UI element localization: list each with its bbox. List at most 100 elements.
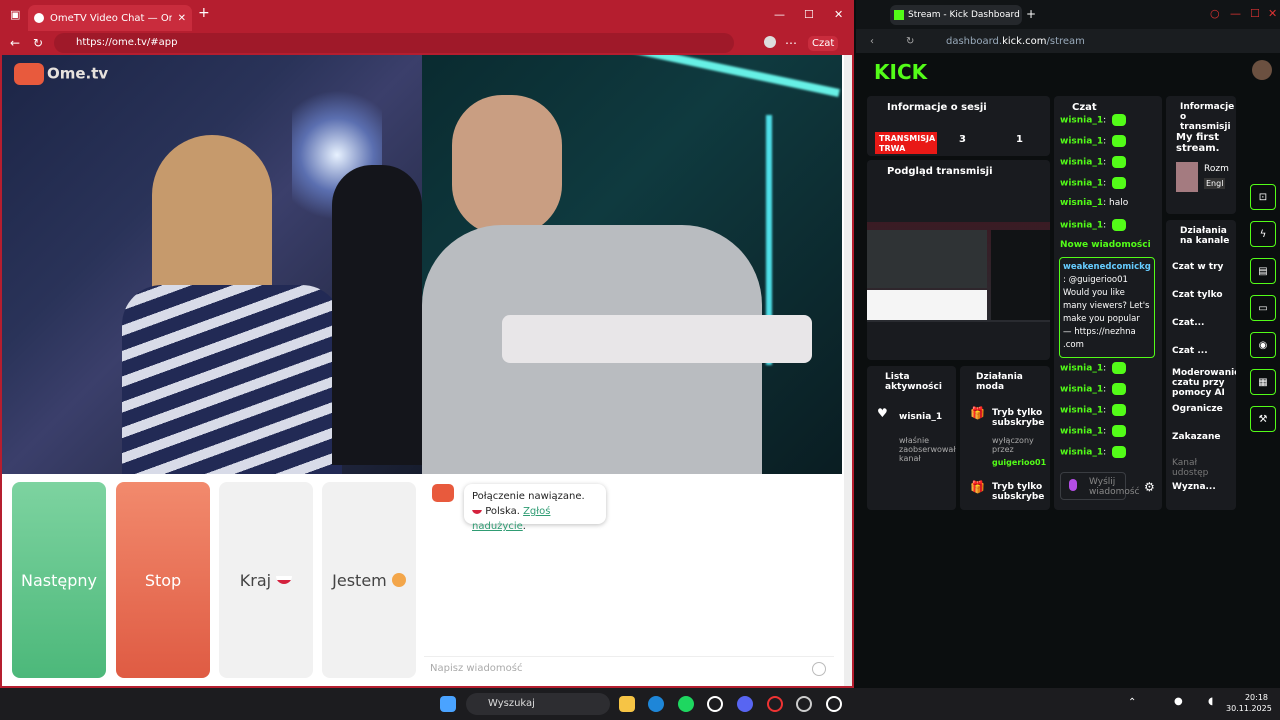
mod-item-2: Tryb tylko subskrybe — [992, 482, 1045, 502]
activity-desc: właśnie zaobserwował kanał — [899, 436, 956, 463]
chat-username[interactable]: wisnia_1 — [1060, 137, 1103, 147]
chat-username[interactable]: wisnia_1 — [1060, 427, 1103, 437]
url-field[interactable]: https://ome.tv/#app — [54, 33, 734, 53]
kick-favicon-icon — [894, 10, 904, 20]
scrollbar[interactable] — [844, 55, 852, 686]
minimize-icon[interactable]: — — [1230, 7, 1241, 20]
chat-username[interactable]: wisnia_1 — [1060, 448, 1103, 458]
clock[interactable]: 20:18 30.11.2025 — [1226, 692, 1272, 714]
followers-count: 1 — [1016, 134, 1023, 145]
chat-message: wisnia_1: — [1060, 404, 1126, 416]
highlight-line: many viewers? Let's — [1063, 301, 1150, 311]
channel-action-item[interactable]: Wyzna... — [1172, 482, 1234, 492]
stream-info-panel: Informacje o transmisji My first stream.… — [1166, 96, 1236, 214]
tab-actions-icon[interactable]: ▣ — [10, 8, 20, 21]
sidebar-bolt-icon[interactable]: ϟ — [1250, 221, 1276, 247]
kick-address-bar[interactable]: ‹ ↻ dashboard.kick.com/stream — [856, 29, 1280, 53]
opera-icon[interactable] — [767, 696, 783, 712]
sidebar-layout-icon[interactable]: ▦ — [1250, 369, 1276, 395]
taskbar-search[interactable]: Wyszukaj — [466, 693, 610, 715]
channel-action-item[interactable]: Kanał udostęp — [1172, 458, 1234, 478]
channel-action-item[interactable]: Moderowanie czatu przy pomocy AI — [1172, 368, 1236, 398]
emoji-icon[interactable] — [812, 662, 826, 676]
chat-username[interactable]: wisnia_1 — [1060, 364, 1103, 374]
channel-action-item[interactable]: Ogranicze — [1172, 404, 1234, 414]
chat-username[interactable]: wisnia_1 — [1060, 198, 1103, 208]
close-tab-icon[interactable]: ✕ — [178, 13, 186, 24]
gender-button[interactable]: Jestem — [322, 482, 416, 678]
category-thumbnail — [1176, 162, 1198, 192]
edge-icon[interactable] — [648, 696, 664, 712]
led-strip — [574, 55, 840, 97]
chat-settings-icon[interactable]: ⚙ — [1144, 480, 1155, 494]
back-icon[interactable]: ‹ — [870, 36, 874, 47]
spotify-icon[interactable] — [678, 696, 694, 712]
sidebar-chat-icon[interactable]: ▭ — [1250, 295, 1276, 321]
new-tab-icon[interactable]: + — [1026, 7, 1036, 21]
windows-start-icon[interactable] — [440, 696, 456, 712]
chat-message: wisnia_1: — [1060, 446, 1126, 458]
channel-action-item[interactable]: Czat tylko — [1172, 290, 1234, 300]
chat-input[interactable]: Wyślij wiadomość — [1060, 472, 1140, 500]
new-messages-divider[interactable]: Nowe wiadomości — [1060, 240, 1151, 250]
sidebar-wrench-icon[interactable]: ⚒ — [1250, 406, 1276, 432]
more-icon[interactable]: ⋯ — [785, 36, 797, 50]
minimize-icon[interactable]: — — [774, 8, 785, 21]
chat-username[interactable]: wisnia_1 — [1060, 158, 1103, 168]
volume-icon[interactable]: ◖ — [1208, 696, 1213, 707]
chat-username[interactable]: wisnia_1 — [1060, 385, 1103, 395]
sidebar-scan-icon[interactable]: ⊡ — [1250, 184, 1276, 210]
copilot-chat-button[interactable]: Czat — [808, 35, 839, 51]
kick-logo[interactable]: KICK — [874, 60, 927, 84]
activity-user[interactable]: wisnia_1 — [899, 412, 942, 422]
close-window-icon[interactable]: ✕ — [834, 8, 843, 21]
chat-username[interactable]: wisnia_1 — [1060, 116, 1103, 126]
emote-icon — [1112, 114, 1126, 126]
sidebar-broadcast-icon[interactable]: ◉ — [1250, 332, 1276, 358]
steam-icon[interactable] — [796, 696, 812, 712]
chat-username[interactable]: wisnia_1 — [1060, 406, 1103, 416]
maximize-icon[interactable]: ☐ — [1250, 7, 1260, 20]
reload-icon[interactable]: ↻ — [906, 36, 914, 47]
maximize-icon[interactable]: ☐ — [804, 8, 814, 21]
app-icon[interactable] — [707, 696, 723, 712]
sidebar-doc-icon[interactable]: ▤ — [1250, 258, 1276, 284]
search-tabs-icon[interactable]: ○ — [1210, 7, 1220, 20]
tray-chevron-icon[interactable]: ⌃ — [1128, 697, 1136, 708]
country-button[interactable]: Kraj — [219, 482, 313, 678]
tab-kick[interactable]: Stream - Kick Dashboard — [890, 5, 1022, 25]
next-button[interactable]: Następny — [12, 482, 106, 678]
discord-icon[interactable] — [737, 696, 753, 712]
profile-avatar-icon[interactable] — [764, 36, 776, 48]
highlight-username[interactable]: weakenedcomickgnm — [1063, 261, 1151, 274]
gift-icon: 🎁 — [970, 406, 985, 420]
chat-message: wisnia_1: — [1060, 156, 1126, 168]
person-face — [452, 95, 562, 235]
stop-button[interactable]: Stop — [116, 482, 210, 678]
kick-tab-bar: Stream - Kick Dashboard + ○ — ☐ ✕ — [856, 0, 1280, 29]
obs-icon[interactable] — [826, 696, 842, 712]
channel-action-item[interactable]: Czat... — [1172, 318, 1234, 328]
activity-title: Lista aktywności — [885, 372, 942, 392]
chat-username[interactable]: wisnia_1 — [1060, 221, 1103, 231]
mod-item-1-user[interactable]: guigerioo01 — [992, 458, 1046, 467]
reload-icon[interactable]: ↻ — [33, 36, 43, 50]
file-explorer-icon[interactable] — [619, 696, 635, 712]
back-icon[interactable]: ← — [10, 36, 20, 50]
message-input[interactable]: Napisz wiadomość — [424, 656, 834, 680]
new-tab-icon[interactable]: + — [198, 5, 210, 21]
mic-icon[interactable] — [1069, 479, 1077, 491]
language-tag: Engl — [1204, 178, 1226, 189]
chat-username[interactable]: wisnia_1 — [1060, 179, 1103, 189]
stream-preview[interactable] — [867, 222, 1050, 322]
poland-flag-icon — [276, 576, 293, 584]
channel-action-item[interactable]: Czat w try — [1172, 262, 1234, 272]
close-window-icon[interactable]: ✕ — [1268, 7, 1277, 20]
user-avatar[interactable] — [1252, 60, 1272, 80]
preview-panel: Podgląd transmisji — [867, 160, 1050, 360]
channel-action-item[interactable]: Czat ... — [1172, 346, 1234, 356]
chat-message: wisnia_1: — [1060, 135, 1126, 147]
mic-tray-icon[interactable]: ● — [1174, 696, 1183, 707]
channel-action-item[interactable]: Zakazane — [1172, 432, 1234, 442]
tab-ometv[interactable]: OmeTV Video Chat — Ome... ✕ — [28, 5, 192, 31]
